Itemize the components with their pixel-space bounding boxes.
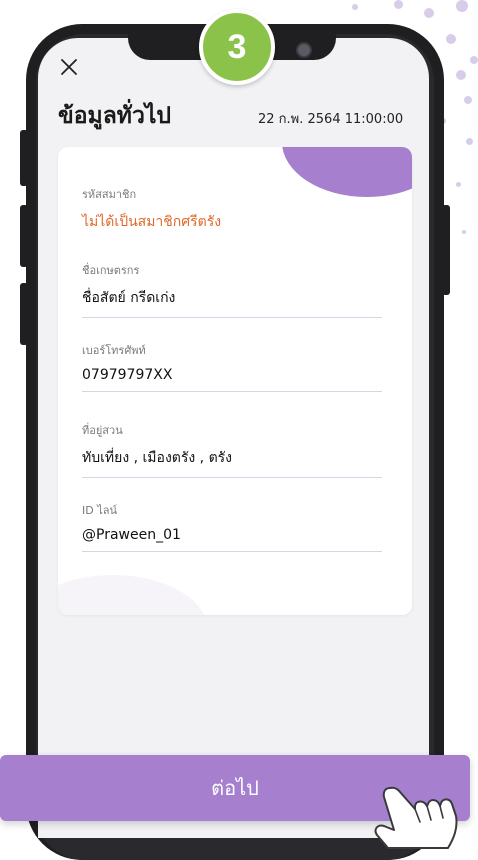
field-value: ชื่อสัตย์ กรีดเก่ง: [82, 290, 176, 306]
field-divider: [82, 551, 382, 552]
step-badge: 3: [199, 9, 275, 85]
phone-side-button: [442, 205, 450, 295]
field-label: ที่อยู่สวน: [82, 424, 123, 437]
field-label: รหัสสมาชิก: [82, 188, 137, 201]
field-divider: [82, 477, 382, 478]
field-divider: [82, 317, 382, 318]
phone-side-button: [20, 205, 28, 267]
garden-address-field: ที่อยู่สวน ทับเที่ยง , เมืองตรัง , ตรัง: [82, 421, 382, 478]
card-decoration: [58, 575, 208, 615]
camera-icon: [296, 42, 312, 58]
field-divider: [82, 391, 382, 392]
info-card: รหัสสมาชิก ไม่ได้เป็นสมาชิกศรีตรัง ชื่อเ…: [58, 147, 412, 615]
timestamp: 22 ก.พ. 2564 11:00:00: [258, 112, 404, 127]
page-title: ข้อมูลทั่วไป: [58, 103, 172, 129]
step-number: 3: [227, 27, 247, 66]
field-label: ID ไลน์: [82, 504, 118, 517]
phone-side-button: [20, 283, 28, 345]
farmer-name-field: ชื่อเกษตรกร ชื่อสัตย์ กรีดเก่ง: [82, 261, 382, 318]
member-status-value: ไม่ได้เป็นสมาชิกศรีตรัง: [82, 214, 222, 230]
field-label: เบอร์โทรศัพท์: [82, 344, 146, 357]
field-value: ทับเที่ยง , เมืองตรัง , ตรัง: [82, 450, 233, 466]
field-label: ชื่อเกษตรกร: [82, 264, 140, 277]
field-value: @Praween_01: [82, 527, 181, 543]
close-icon[interactable]: [58, 56, 80, 78]
member-id-field: รหัสสมาชิก ไม่ได้เป็นสมาชิกศรีตรัง: [82, 185, 382, 241]
pointing-hand-icon: [374, 786, 458, 849]
field-value: 07979797XX: [82, 367, 173, 383]
phone-field: เบอร์โทรศัพท์ 07979797XX: [82, 341, 382, 392]
phone-side-button: [20, 130, 28, 186]
line-id-field: ID ไลน์ @Praween_01: [82, 501, 382, 552]
